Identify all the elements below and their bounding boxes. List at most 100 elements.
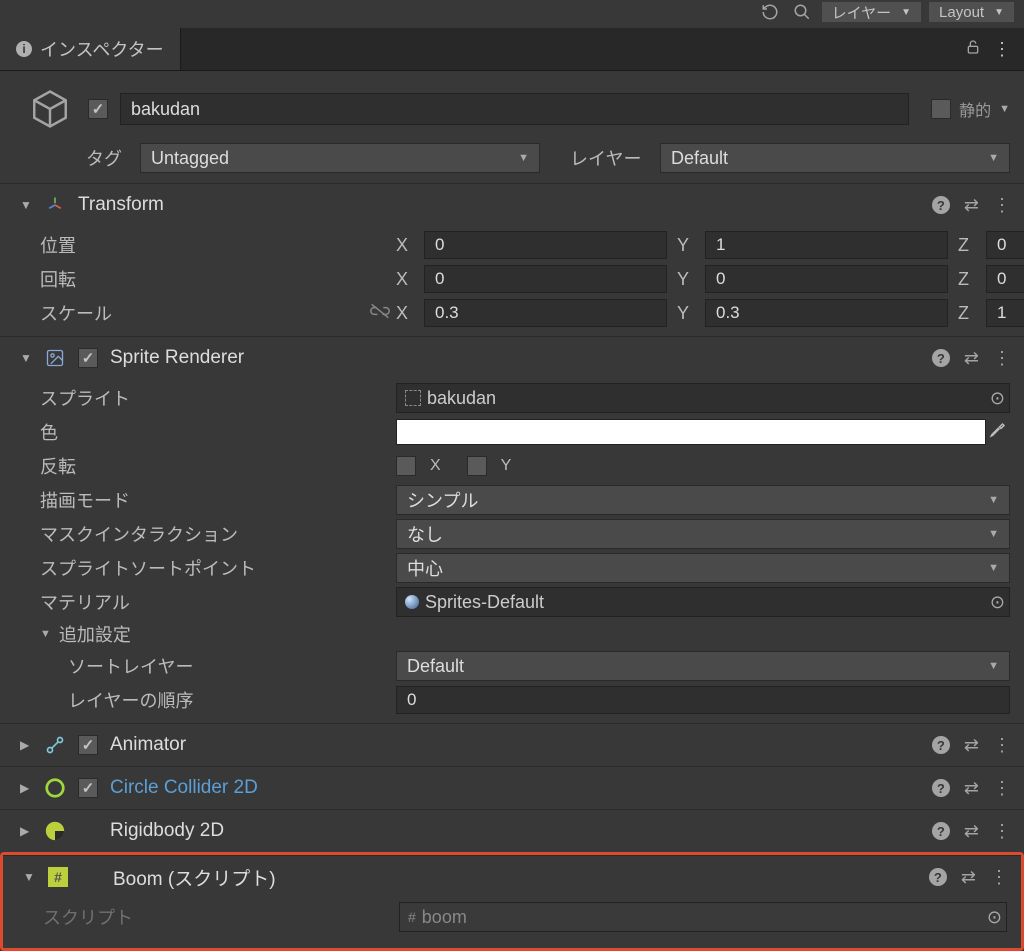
- transform-component: ▼ Transform ? ⇄ ⋮ 位置 X Y Z 回転 X Y Z: [0, 183, 1024, 336]
- sorting-layer-dropdown[interactable]: Default▼: [396, 651, 1010, 681]
- scale-x-input[interactable]: [424, 299, 667, 327]
- draw-mode-dropdown[interactable]: シンプル▼: [396, 485, 1010, 515]
- gameobject-icon[interactable]: [26, 85, 74, 133]
- position-row: 位置 X Y Z: [40, 228, 1010, 262]
- preset-icon[interactable]: ⇄: [964, 821, 979, 842]
- animator-icon: [44, 734, 66, 756]
- sprite-renderer-title: Sprite Renderer: [110, 347, 920, 369]
- color-row: 色: [40, 415, 1010, 449]
- position-z-input[interactable]: [986, 231, 1024, 259]
- animator-enable-checkbox[interactable]: [78, 735, 98, 755]
- sprite-row: スプライト bakudan ⊙: [40, 381, 1010, 415]
- inspector-tab[interactable]: i インスペクター: [0, 28, 181, 70]
- foldout-icon: ▶: [20, 781, 32, 795]
- circle-collider-icon: [44, 777, 66, 799]
- preset-icon[interactable]: ⇄: [961, 867, 976, 888]
- material-object-field[interactable]: Sprites-Default ⊙: [396, 587, 1010, 617]
- flip-y-checkbox[interactable]: [467, 456, 487, 476]
- editor-top-toolbar: レイヤー▼ Layout▼: [0, 0, 1024, 28]
- static-dropdown-arrow[interactable]: ▼: [999, 103, 1010, 115]
- gameobject-active-checkbox[interactable]: [88, 99, 108, 119]
- sort-point-dropdown[interactable]: 中心▼: [396, 553, 1010, 583]
- kebab-menu-icon[interactable]: ⋮: [993, 778, 1010, 799]
- material-ball-icon: [405, 595, 419, 609]
- help-icon[interactable]: ?: [932, 822, 950, 840]
- script-object-field: # boom ⊙: [399, 902, 1007, 932]
- order-in-layer-input[interactable]: [396, 686, 1010, 714]
- help-icon[interactable]: ?: [929, 868, 947, 886]
- boom-script-header[interactable]: ▼ # Boom (スクリプト) ? ⇄ ⋮: [3, 856, 1021, 898]
- object-picker-icon[interactable]: ⊙: [990, 592, 1005, 613]
- kebab-menu-icon[interactable]: ⋮: [993, 195, 1010, 216]
- layer-label: レイヤー: [570, 145, 650, 171]
- constrain-proportions-icon[interactable]: [370, 303, 390, 324]
- rotation-x-input[interactable]: [424, 265, 667, 293]
- inspector-tab-label: インスペクター: [40, 36, 164, 62]
- object-picker-icon[interactable]: ⊙: [987, 907, 1002, 928]
- transform-title: Transform: [78, 194, 920, 216]
- additional-settings-header[interactable]: ▼ 追加設定: [40, 619, 1010, 649]
- kebab-menu-icon[interactable]: ⋮: [993, 821, 1010, 842]
- object-picker-icon[interactable]: ⊙: [990, 388, 1005, 409]
- circle-collider-enable-checkbox[interactable]: [78, 778, 98, 798]
- foldout-icon: ▼: [40, 628, 51, 640]
- sprite-renderer-header[interactable]: ▼ Sprite Renderer ? ⇄ ⋮: [0, 337, 1024, 379]
- preset-icon[interactable]: ⇄: [964, 348, 979, 369]
- static-label: 静的: [959, 97, 991, 121]
- transform-header[interactable]: ▼ Transform ? ⇄ ⋮: [0, 184, 1024, 226]
- rotation-z-input[interactable]: [986, 265, 1024, 293]
- scale-row: スケール X Y Z: [40, 296, 1010, 330]
- foldout-icon: ▼: [23, 870, 35, 884]
- tag-dropdown[interactable]: Untagged▼: [140, 143, 540, 173]
- script-row: スクリプト # boom ⊙: [43, 900, 1007, 934]
- rotation-y-input[interactable]: [705, 265, 948, 293]
- script-icon: #: [47, 866, 69, 888]
- history-icon[interactable]: [758, 0, 782, 24]
- sprite-object-field[interactable]: bakudan ⊙: [396, 383, 1010, 413]
- tag-label: タグ: [86, 145, 130, 171]
- circle-collider-component: ▶ Circle Collider 2D ? ⇄ ⋮: [0, 766, 1024, 809]
- circle-collider-header[interactable]: ▶ Circle Collider 2D ? ⇄ ⋮: [0, 767, 1024, 809]
- lock-icon[interactable]: [965, 38, 981, 61]
- preset-icon[interactable]: ⇄: [964, 735, 979, 756]
- help-icon[interactable]: ?: [932, 196, 950, 214]
- script-asset-icon: #: [408, 909, 416, 925]
- gameobject-name-input[interactable]: [120, 93, 909, 125]
- animator-header[interactable]: ▶ Animator ? ⇄ ⋮: [0, 724, 1024, 766]
- kebab-menu-icon[interactable]: ⋮: [993, 348, 1010, 369]
- preset-icon[interactable]: ⇄: [964, 195, 979, 216]
- position-y-input[interactable]: [705, 231, 948, 259]
- sprite-renderer-enable-checkbox[interactable]: [78, 348, 98, 368]
- rigidbody-title: Rigidbody 2D: [110, 820, 920, 842]
- static-checkbox[interactable]: [931, 99, 951, 119]
- preset-icon[interactable]: ⇄: [964, 778, 979, 799]
- info-icon: i: [16, 41, 32, 57]
- kebab-menu-icon[interactable]: ⋮: [990, 867, 1007, 888]
- mask-interaction-dropdown[interactable]: なし▼: [396, 519, 1010, 549]
- rigidbody-header[interactable]: ▶ Rigidbody 2D ? ⇄ ⋮: [0, 810, 1024, 852]
- eyedropper-icon[interactable]: [986, 421, 1010, 444]
- help-icon[interactable]: ?: [932, 349, 950, 367]
- position-x-input[interactable]: [424, 231, 667, 259]
- mask-interaction-row: マスクインタラクション なし▼: [40, 517, 1010, 551]
- help-icon[interactable]: ?: [932, 779, 950, 797]
- material-row: マテリアル Sprites-Default ⊙: [40, 585, 1010, 619]
- flip-x-checkbox[interactable]: [396, 456, 416, 476]
- rigidbody-component: ▶ Rigidbody 2D ? ⇄ ⋮: [0, 809, 1024, 852]
- layers-dropdown[interactable]: レイヤー▼: [822, 2, 921, 22]
- rotation-row: 回転 X Y Z: [40, 262, 1010, 296]
- help-icon[interactable]: ?: [932, 736, 950, 754]
- search-icon[interactable]: [790, 0, 814, 24]
- scale-z-input[interactable]: [986, 299, 1024, 327]
- foldout-icon: ▶: [20, 824, 32, 838]
- scale-y-input[interactable]: [705, 299, 948, 327]
- layout-dropdown[interactable]: Layout▼: [929, 2, 1014, 22]
- kebab-menu-icon[interactable]: ⋮: [993, 735, 1010, 756]
- circle-collider-title: Circle Collider 2D: [110, 777, 920, 799]
- flip-row: 反転 X Y: [40, 449, 1010, 483]
- layer-dropdown[interactable]: Default▼: [660, 143, 1010, 173]
- highlight-annotation: ▼ # Boom (スクリプト) ? ⇄ ⋮ スクリプト # boom ⊙: [0, 852, 1024, 951]
- color-swatch[interactable]: [396, 419, 986, 445]
- kebab-menu-icon[interactable]: ⋮: [993, 39, 1010, 60]
- foldout-icon: ▼: [20, 351, 32, 365]
